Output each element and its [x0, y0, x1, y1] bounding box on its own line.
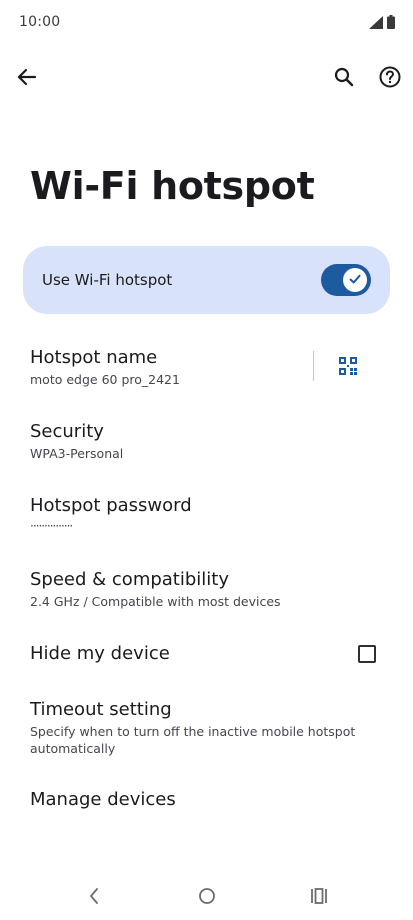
page-title: Wi-Fi hotspot	[30, 164, 315, 208]
nav-recents-button[interactable]	[304, 886, 334, 910]
hide-my-device-title: Hide my device	[30, 643, 170, 664]
back-button[interactable]	[12, 64, 42, 94]
hotspot-password-title: Hotspot password	[30, 495, 192, 516]
use-wifi-hotspot-label: Use Wi-Fi hotspot	[42, 271, 173, 289]
status-icons	[369, 14, 395, 33]
security-value: WPA3-Personal	[30, 446, 124, 461]
speed-compatibility-setting[interactable]: Speed & compatibility 2.4 GHz / Compatib…	[30, 568, 281, 610]
hotspot-name-value: moto edge 60 pro_2421	[30, 372, 180, 387]
nav-back-button[interactable]	[79, 886, 109, 910]
signal-icon	[369, 14, 383, 33]
timeout-setting[interactable]: Timeout setting Specify when to turn off…	[30, 698, 370, 757]
hotspot-name-setting[interactable]: Hotspot name moto edge 60 pro_2421	[30, 346, 180, 388]
manage-devices-setting[interactable]: Manage devices	[30, 788, 176, 812]
hotspot-name-title: Hotspot name	[30, 347, 158, 368]
hotspot-password-setting[interactable]: Hotspot password ···············	[30, 494, 192, 533]
share-qr-button[interactable]	[334, 354, 362, 382]
timeout-summary: Specify when to turn off the inactive mo…	[30, 724, 356, 756]
status-bar: 10:00	[0, 0, 413, 46]
search-button[interactable]	[329, 64, 359, 94]
battery-icon	[387, 14, 395, 33]
security-setting[interactable]: Security WPA3-Personal	[30, 420, 123, 462]
hide-my-device-checkbox[interactable]	[358, 645, 376, 663]
arrow-back-icon	[17, 67, 37, 91]
status-time: 10:00	[19, 14, 61, 30]
speed-compatibility-title: Speed & compatibility	[30, 569, 230, 590]
manage-devices-title: Manage devices	[30, 789, 176, 810]
nav-home-icon	[198, 887, 216, 909]
nav-recents-icon	[310, 888, 328, 908]
nav-back-icon	[88, 887, 100, 909]
switch-knob	[343, 268, 367, 292]
help-button[interactable]	[375, 64, 405, 94]
use-wifi-hotspot-toggle-row[interactable]: Use Wi-Fi hotspot	[23, 246, 390, 314]
hide-my-device-setting[interactable]: Hide my device	[30, 642, 170, 666]
hotspot-password-value: ···············	[30, 519, 73, 533]
system-nav-bar	[0, 876, 413, 920]
use-wifi-hotspot-switch[interactable]	[321, 264, 371, 296]
speed-compatibility-value: 2.4 GHz / Compatible with most devices	[30, 594, 281, 609]
check-icon	[348, 271, 362, 290]
nav-home-button[interactable]	[192, 886, 222, 910]
qr-code-icon	[338, 356, 358, 380]
vertical-divider	[313, 351, 314, 381]
search-icon	[334, 67, 354, 91]
timeout-title: Timeout setting	[30, 699, 172, 720]
security-title: Security	[30, 421, 104, 442]
help-icon	[379, 66, 401, 92]
